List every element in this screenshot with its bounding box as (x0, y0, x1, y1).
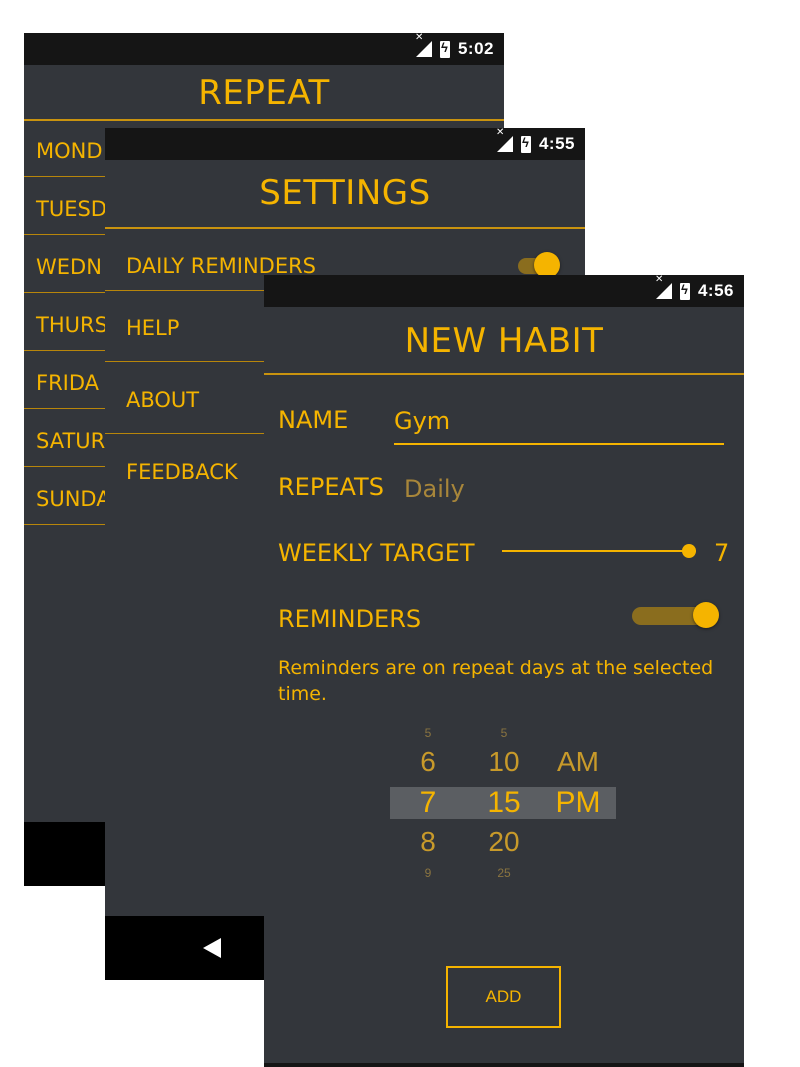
hour-above2: 5 (424, 726, 432, 740)
minute-column[interactable]: 5 10 15 20 25 (474, 720, 534, 880)
reminders-hint: Reminders are on repeat days at the sele… (278, 657, 714, 705)
slider-thumb[interactable] (682, 544, 696, 558)
name-input[interactable]: Gym (394, 407, 724, 445)
status-time: 4:55 (538, 134, 575, 153)
status-time: 4:56 (697, 281, 734, 300)
minute-selected: 15 (487, 786, 521, 819)
name-label: NAME (278, 406, 349, 434)
ampm-column[interactable]: AM PM (546, 720, 610, 880)
repeats-label: REPEATS (278, 473, 384, 501)
divider (105, 361, 265, 362)
minute-below1: 20 (488, 826, 520, 857)
minute-above1: 10 (488, 746, 520, 777)
status-bar: ✕ ϟ 4:56 (264, 275, 744, 307)
slider-track (502, 550, 696, 552)
page-title: REPEAT (198, 73, 330, 113)
hour-selected: 7 (419, 786, 437, 819)
hour-below2: 9 (424, 866, 432, 880)
back-triangle-icon[interactable] (201, 937, 223, 959)
hour-column[interactable]: 5 6 7 8 9 (400, 720, 456, 880)
hour-above1: 6 (420, 746, 436, 777)
battery-charging-icon: ϟ (679, 282, 690, 300)
ampm-selected: PM (555, 786, 601, 819)
battery-charging-icon: ϟ (439, 40, 450, 58)
new-habit-screen: ✕ ϟ 4:56 NEW HABIT NAME Gym REPEATS Dail… (264, 275, 744, 1067)
status-bar: ✕ ϟ 5:02 (24, 33, 504, 65)
reminders-label: REMINDERS (278, 605, 422, 633)
signal-icon: ✕ (496, 128, 513, 152)
minute-below2: 25 (497, 866, 511, 880)
bottom-edge (264, 1063, 744, 1067)
battery-charging-icon: ϟ (520, 135, 531, 153)
ampm-above1: AM (557, 746, 599, 777)
status-bar: ✕ ϟ 4:55 (105, 128, 585, 160)
time-picker[interactable]: 5 6 7 8 9 5 10 15 20 25 AM PM (390, 720, 620, 880)
page-title: NEW HABIT (404, 321, 604, 361)
signal-icon: ✕ (415, 33, 432, 57)
title-divider (24, 119, 504, 121)
title-divider (264, 373, 744, 375)
weekly-target-label: WEEKLY TARGET (278, 539, 475, 567)
toggle-thumb (693, 602, 719, 628)
weekly-target-slider[interactable] (502, 541, 696, 561)
weekly-target-value: 7 (714, 539, 730, 567)
add-button[interactable]: ADD (446, 966, 561, 1028)
minute-above2: 5 (500, 726, 508, 740)
repeats-value[interactable]: Daily (404, 475, 465, 503)
status-time: 5:02 (457, 39, 494, 58)
signal-icon: ✕ (655, 275, 672, 299)
divider (105, 433, 265, 434)
hour-below1: 8 (420, 826, 436, 857)
title-divider (105, 227, 585, 229)
divider (105, 290, 265, 291)
page-title: SETTINGS (259, 173, 431, 213)
